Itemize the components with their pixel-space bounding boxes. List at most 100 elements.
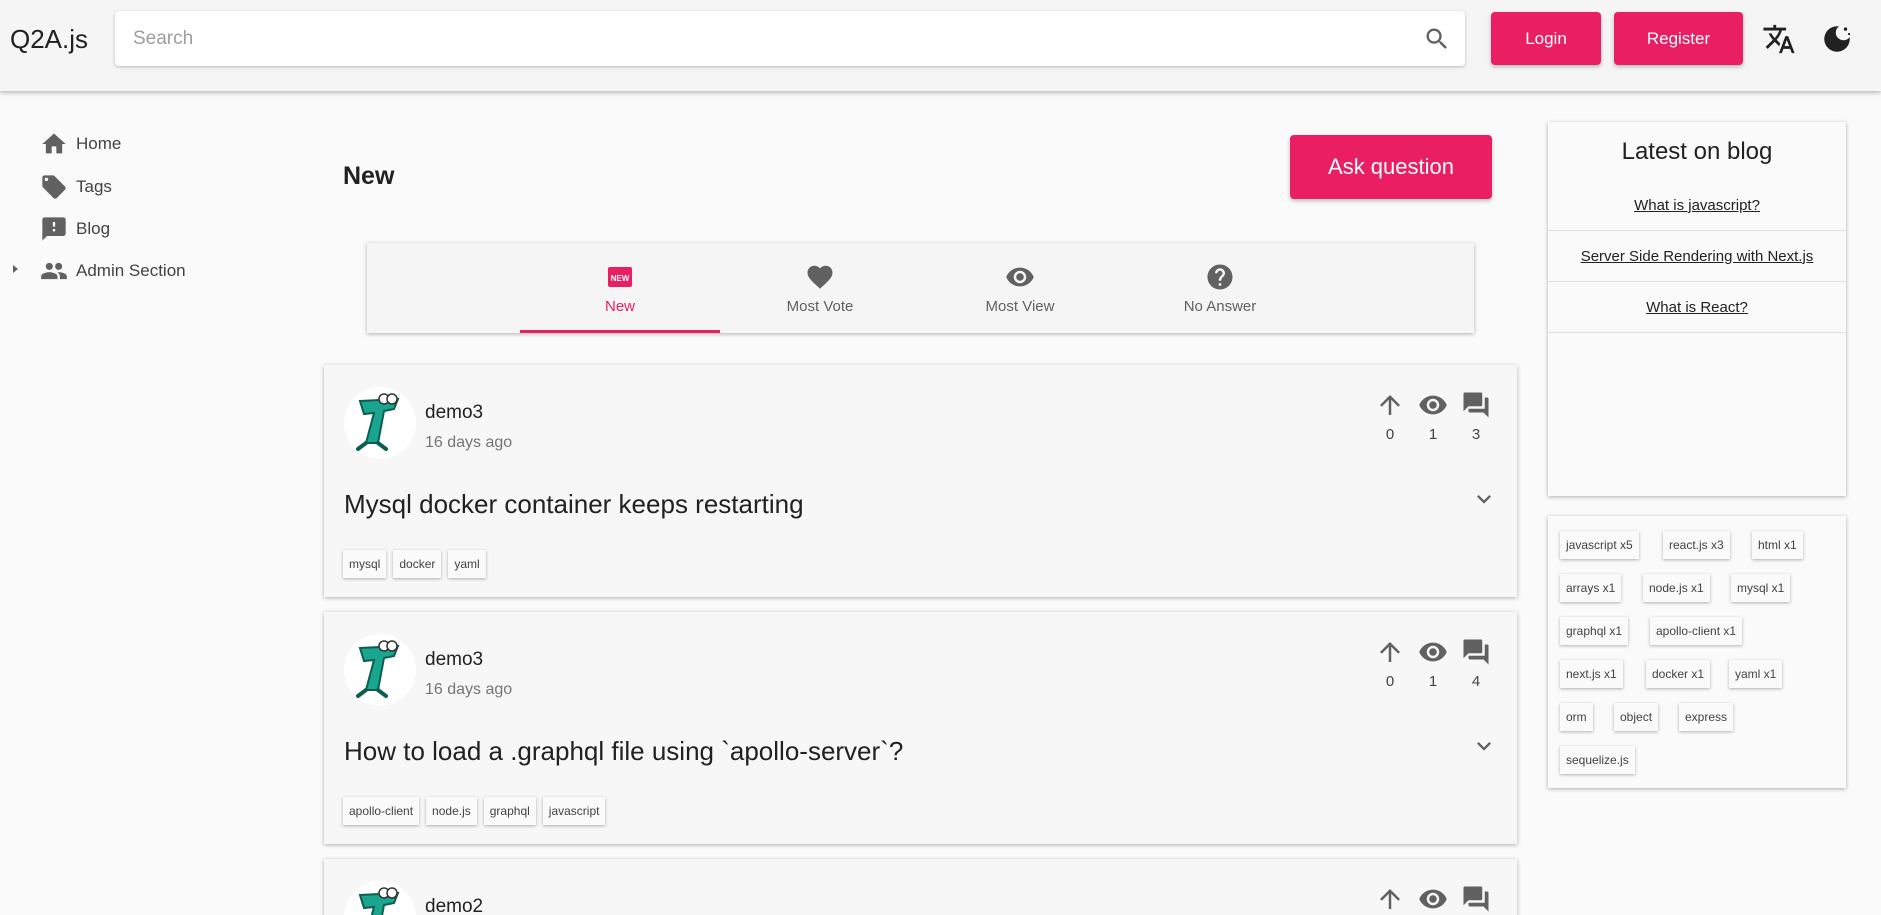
- tag-chip[interactable]: orm: [1560, 703, 1593, 731]
- avatar[interactable]: [344, 634, 416, 706]
- tag-chip[interactable]: sequelize.js: [1560, 746, 1635, 774]
- forum-icon: [1463, 639, 1489, 665]
- avatar[interactable]: [344, 387, 416, 459]
- sidebar-item-tags[interactable]: Tags: [40, 171, 112, 203]
- blog-link[interactable]: What is React?: [1548, 282, 1846, 333]
- view-count: 1: [1415, 637, 1451, 690]
- search-input[interactable]: [133, 11, 1383, 66]
- new-badge-icon: NEW: [608, 266, 632, 287]
- app-header: Q2A.js Login Register: [0, 0, 1881, 91]
- tab-no-answer[interactable]: No Answer: [1120, 243, 1320, 333]
- site-logo[interactable]: Q2A.js: [10, 24, 88, 55]
- eye-icon: [1419, 889, 1447, 909]
- question-title[interactable]: How to load a .graphql file using `apoll…: [344, 736, 903, 767]
- active-tab-indicator: [520, 330, 720, 333]
- tab-label: No Answer: [1183, 297, 1257, 315]
- view-count: 1: [1415, 390, 1451, 443]
- answer-count: 4: [1458, 637, 1494, 690]
- tag-chip[interactable]: node.js x1: [1643, 574, 1710, 602]
- sort-tabs: NEW New Most Vote Most View No Answer: [367, 243, 1474, 333]
- answers-value: 4: [1471, 673, 1481, 690]
- sidebar-item-label: Tags: [76, 177, 112, 196]
- tag-chip[interactable]: graphql: [483, 797, 536, 825]
- forum-icon: [1463, 392, 1489, 418]
- tag-chip[interactable]: node.js: [426, 797, 477, 825]
- tag-chip[interactable]: object: [1614, 703, 1659, 731]
- tab-most-view[interactable]: Most View: [920, 243, 1120, 333]
- blog-panel-title: Latest on blog: [1621, 138, 1773, 165]
- arrow-up-icon: [1380, 642, 1400, 662]
- tag-chip[interactable]: express: [1679, 703, 1734, 731]
- arrow-up-icon: [1380, 395, 1400, 415]
- register-button[interactable]: Register: [1614, 12, 1743, 65]
- tab-most-vote[interactable]: Most Vote: [720, 243, 920, 333]
- tag-icon: [42, 175, 66, 199]
- avatar[interactable]: [344, 881, 416, 915]
- avatar-mascot-icon: [358, 887, 400, 915]
- caret-right-icon[interactable]: [10, 264, 20, 274]
- avatar-mascot-icon: [356, 393, 400, 451]
- tag-chip[interactable]: html x1: [1752, 531, 1803, 559]
- tag-chip[interactable]: yaml x1: [1729, 660, 1783, 688]
- translate-icon[interactable]: [1762, 22, 1796, 56]
- sidebar-item-label: Home: [76, 134, 122, 153]
- tag-chip[interactable]: mysql x1: [1731, 574, 1791, 602]
- question-tags: mysql docker yaml: [343, 550, 486, 578]
- tag-chip[interactable]: docker: [393, 550, 442, 578]
- tab-label: Most Vote: [786, 297, 854, 315]
- ask-question-button[interactable]: Ask question: [1290, 135, 1492, 199]
- search-icon[interactable]: [1423, 25, 1451, 53]
- blog-link[interactable]: Server Side Rendering with Next.js: [1548, 231, 1846, 282]
- page-title: New: [343, 162, 395, 190]
- eye-icon: [1419, 642, 1447, 662]
- dark-mode-icon[interactable]: [1820, 22, 1854, 56]
- svg-text:NEW: NEW: [611, 274, 630, 283]
- question-card[interactable]: demo3 16 days ago 0 1 3 Mysql docker con…: [324, 365, 1517, 597]
- tag-chip[interactable]: yaml: [448, 550, 486, 578]
- author-name[interactable]: demo3: [425, 402, 483, 424]
- question-card[interactable]: demo3 16 days ago 0 1 4 How to load a .g…: [324, 612, 1517, 844]
- arrow-up-icon: [1380, 889, 1400, 909]
- sidebar-item-blog[interactable]: Blog: [40, 213, 110, 245]
- tag-chip[interactable]: mysql: [343, 550, 387, 578]
- author-name[interactable]: demo2: [425, 896, 483, 915]
- sidebar-item-admin[interactable]: Admin Section: [40, 255, 186, 287]
- question-title[interactable]: Mysql docker container keeps restarting: [344, 489, 804, 520]
- chevron-down-icon[interactable]: [1470, 485, 1498, 513]
- answer-count: 3: [1458, 390, 1494, 443]
- help-icon: [1207, 264, 1233, 289]
- post-time: 16 days ago: [425, 434, 513, 451]
- vote-count[interactable]: 0: [1372, 637, 1408, 690]
- forum-icon: [1463, 886, 1489, 912]
- tag-chip[interactable]: graphql x1: [1560, 617, 1629, 645]
- tag-chip[interactable]: arrays x1: [1560, 574, 1622, 602]
- tag-chip[interactable]: docker x1: [1646, 660, 1711, 688]
- post-time: 16 days ago: [425, 681, 513, 698]
- avatar-mascot-icon: [356, 640, 400, 698]
- vote-count[interactable]: [1372, 884, 1408, 915]
- blog-link[interactable]: What is javascript?: [1548, 180, 1846, 231]
- views-value: 1: [1428, 673, 1438, 690]
- people-icon: [41, 262, 67, 280]
- vote-count[interactable]: 0: [1372, 390, 1408, 443]
- tab-label: Most View: [985, 297, 1055, 315]
- tag-chip[interactable]: apollo-client x1: [1650, 617, 1743, 645]
- sidebar-item-home[interactable]: Home: [40, 128, 121, 160]
- question-card[interactable]: demo2: [324, 859, 1517, 915]
- tag-chip[interactable]: apollo-client: [343, 797, 420, 825]
- tag-chip[interactable]: javascript: [542, 797, 606, 825]
- author-name[interactable]: demo3: [425, 649, 483, 671]
- chevron-down-icon[interactable]: [1470, 732, 1498, 760]
- tag-chip[interactable]: javascript x5: [1560, 531, 1639, 559]
- tab-label: New: [604, 297, 635, 315]
- tab-new[interactable]: NEW New: [520, 243, 720, 333]
- tag-chip[interactable]: react.js x3: [1663, 531, 1730, 559]
- tag-chip[interactable]: next.js x1: [1560, 660, 1623, 688]
- sidebar-item-label: Admin Section: [76, 261, 186, 280]
- search-bar[interactable]: [115, 11, 1465, 66]
- answers-value: 3: [1471, 426, 1481, 443]
- home-icon: [42, 133, 66, 154]
- question-tags: apollo-client node.js graphql javascript: [343, 797, 606, 825]
- votes-value: 0: [1385, 673, 1395, 690]
- login-button[interactable]: Login: [1491, 12, 1601, 65]
